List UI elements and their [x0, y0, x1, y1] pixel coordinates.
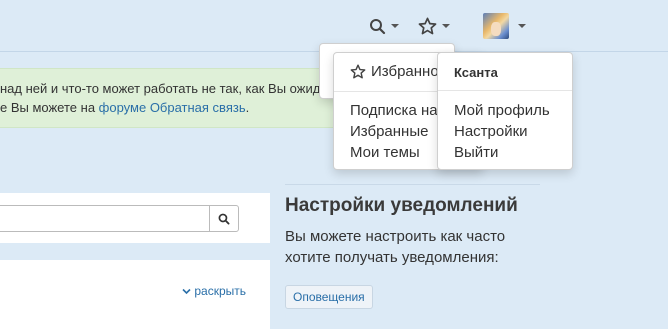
- user-menu-settings[interactable]: Настройки: [454, 123, 528, 140]
- divider: [285, 184, 540, 185]
- chevron-down-icon: [182, 288, 191, 294]
- notifications-button[interactable]: Оповещения: [285, 285, 373, 309]
- avatar: [483, 13, 509, 39]
- user-dropdown: Ксанта Мой профиль Настройки Выйти: [437, 52, 573, 170]
- notice-line-2: е Вы можете на форуме Обратная связь.: [0, 98, 344, 117]
- search-button[interactable]: [209, 205, 239, 232]
- search-input[interactable]: [0, 205, 210, 232]
- star-icon: [350, 64, 366, 79]
- chevron-down-icon: [518, 24, 526, 28]
- search-icon: [370, 18, 386, 34]
- notice-line-1: над ней и что-то может работать не так, …: [0, 81, 321, 96]
- notice-line-2-prefix: е Вы можете на: [0, 100, 99, 115]
- site-notice: над ней и что-то может работать не так, …: [0, 68, 345, 128]
- dropdown-separator: [438, 90, 572, 91]
- search-panel: [0, 193, 270, 243]
- favorites-header[interactable]: Избранное: [350, 63, 447, 80]
- favorites-item-subscriptions[interactable]: Подписка на: [350, 102, 438, 119]
- expand-label: раскрыть: [194, 284, 246, 298]
- settings-description: Вы можете настроить как часто хотите пол…: [285, 228, 506, 266]
- favorites-header-label: Избранное: [371, 63, 448, 80]
- username: Ксанта: [454, 65, 498, 80]
- search-menu-toggle[interactable]: [369, 12, 399, 40]
- expand-link[interactable]: раскрыть: [182, 284, 246, 298]
- user-menu-profile[interactable]: Мой профиль: [454, 102, 550, 119]
- search-icon: [218, 213, 230, 225]
- feedback-link[interactable]: Обратная связь: [150, 100, 246, 115]
- chevron-down-icon: [391, 24, 399, 28]
- favorites-menu-toggle[interactable]: [418, 12, 450, 40]
- list-panel: раскрыть: [0, 260, 270, 329]
- star-icon: [418, 17, 437, 35]
- user-menu-toggle[interactable]: [483, 12, 526, 40]
- chevron-down-icon: [442, 24, 450, 28]
- page-title: Настройки уведомлений: [285, 195, 518, 216]
- forum-link[interactable]: форуме: [99, 100, 147, 115]
- notice-line-2-suffix: .: [245, 100, 250, 115]
- favorites-item-favorites[interactable]: Избранные: [350, 123, 428, 140]
- user-menu-logout[interactable]: Выйти: [454, 144, 498, 161]
- favorites-item-my-topics[interactable]: Мои темы: [350, 144, 420, 161]
